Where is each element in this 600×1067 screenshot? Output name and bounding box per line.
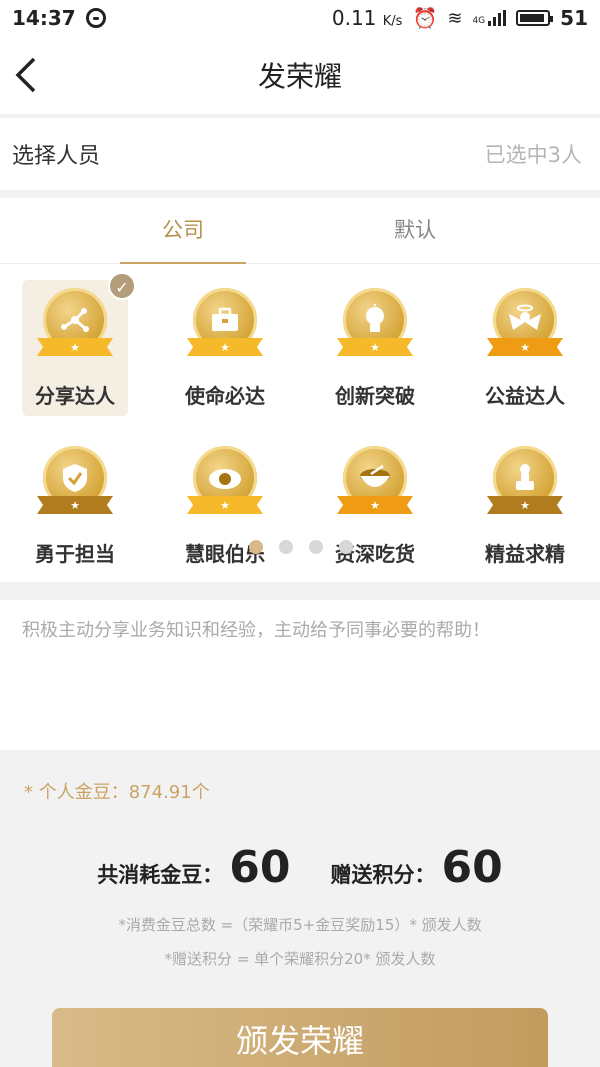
medal-shield-icon: ★ (37, 446, 113, 524)
badge-mission[interactable]: ★ 使命必达 (150, 264, 300, 414)
points-total: 赠送积分： 60 (331, 842, 503, 893)
badge-label: 勇于担当 (35, 542, 115, 566)
page-dot[interactable] (249, 540, 263, 554)
check-icon: ✓ (108, 272, 136, 300)
medal-tools-icon: ★ (487, 446, 563, 524)
badge-share[interactable]: ★ 分享达人 ✓ (0, 264, 150, 416)
battery-level: 51 (560, 6, 588, 30)
badge-grid: ★ 分享达人 ✓ ★ 使命必达 ★ 创新突破 ★ 公益达人 ★ 勇于担当 ★ 慧… (0, 264, 600, 582)
badge-label: 精益求精 (485, 542, 565, 566)
consume-total: 共消耗金豆： 60 (97, 842, 290, 893)
badge-label: 分享达人 (35, 384, 115, 408)
alarm-icon: ⏰ (412, 6, 438, 30)
wifi-icon: ≋ (447, 7, 463, 29)
app-notification-icon (85, 8, 106, 28)
category-tabs: 公司 默认 (0, 198, 600, 264)
page-dot[interactable] (279, 540, 293, 554)
badge-excellence[interactable]: ★ 精益求精 (450, 422, 600, 572)
network-speed: 0.11 K/s (331, 6, 403, 30)
status-bar: 14:37 0.11 K/s ⏰ ≋ 4G 51 (0, 0, 600, 36)
selected-count: 已选中3人 (484, 143, 582, 167)
medal-angel-icon: ★ (487, 288, 563, 366)
medal-share-icon: ★ (37, 288, 113, 366)
consume-label: 共消耗金豆： (97, 863, 224, 887)
points-value: 60 (441, 842, 503, 893)
medal-bowl-icon: ★ (337, 446, 413, 524)
issue-honor-button[interactable]: 颁发荣耀 (52, 1008, 548, 1067)
tab-company[interactable]: 公司 (120, 198, 246, 264)
consume-value: 60 (229, 842, 291, 893)
badge-innovation[interactable]: ★ 创新突破 (300, 264, 450, 414)
page-dot[interactable] (309, 540, 323, 554)
tab-default[interactable]: 默认 (352, 198, 478, 264)
nav-bar: 发荣耀 (0, 36, 600, 114)
medal-lightbulb-icon: ★ (337, 288, 413, 366)
badge-charity[interactable]: ★ 公益达人 (450, 264, 600, 414)
beans-formula-note: *消费金豆总数 =（荣耀币5+金豆奖励15）* 颁发人数 (118, 916, 482, 934)
chevron-left-icon (15, 57, 36, 93)
medal-eye-icon: ★ (187, 446, 263, 524)
page-indicator (249, 540, 353, 554)
badge-label: 使命必达 (185, 384, 265, 408)
personal-beans: * 个人金豆：874.91个 (24, 782, 210, 803)
totals-row: 共消耗金豆： 60 赠送积分： 60 (0, 842, 600, 893)
medal-briefcase-icon: ★ (187, 288, 263, 366)
page-title: 发荣耀 (257, 60, 342, 93)
badge-label: 公益达人 (485, 384, 565, 408)
back-button[interactable] (14, 56, 44, 96)
badge-description: 积极主动分享业务知识和经验，主动给予同事必要的帮助！ (0, 600, 600, 750)
page-dot[interactable] (339, 540, 353, 554)
select-people-label: 选择人员 (12, 144, 101, 169)
points-label: 赠送积分： (330, 863, 436, 887)
points-formula-note: *赠送积分 = 单个荣耀积分20* 颁发人数 (164, 950, 436, 968)
cellular-signal-icon: 4G (472, 10, 507, 26)
battery-icon (516, 10, 554, 26)
status-time: 14:37 (12, 6, 76, 30)
badge-label: 创新突破 (335, 384, 415, 408)
select-people-row[interactable]: 选择人员 已选中3人 (0, 118, 600, 190)
badge-responsibility[interactable]: ★ 勇于担当 (0, 422, 150, 572)
